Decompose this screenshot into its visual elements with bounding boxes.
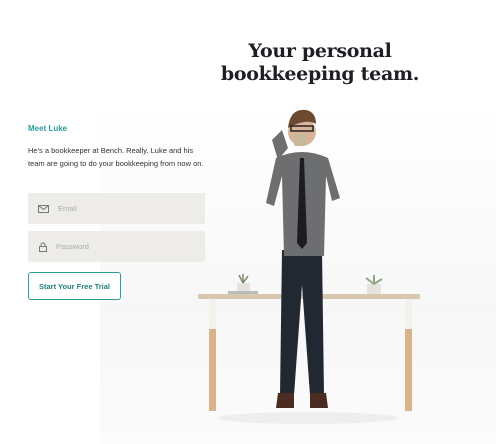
floor-shadow [218, 412, 398, 424]
page-title: Your personal bookkeeping team. [200, 40, 440, 86]
mug [294, 134, 306, 146]
shoe [310, 393, 328, 408]
start-free-trial-button[interactable]: Start Your Free Trial [28, 272, 121, 300]
bookkeeper-illustration [198, 109, 420, 424]
password-field[interactable] [28, 231, 205, 262]
password-input[interactable] [54, 241, 198, 252]
title-line-1: Your personal [248, 40, 392, 62]
lock-icon [39, 242, 47, 252]
section-eyebrow: Meet Luke [28, 124, 68, 133]
plant-pot [367, 284, 381, 294]
title-line-2: bookkeeping team. [220, 63, 420, 85]
intro-description: He's a bookkeeper at Bench. Really. Luke… [28, 146, 204, 168]
email-field[interactable] [28, 193, 205, 224]
email-input[interactable] [56, 203, 200, 214]
shoe [276, 393, 294, 408]
jeans [280, 250, 324, 395]
envelope-icon [38, 204, 49, 213]
